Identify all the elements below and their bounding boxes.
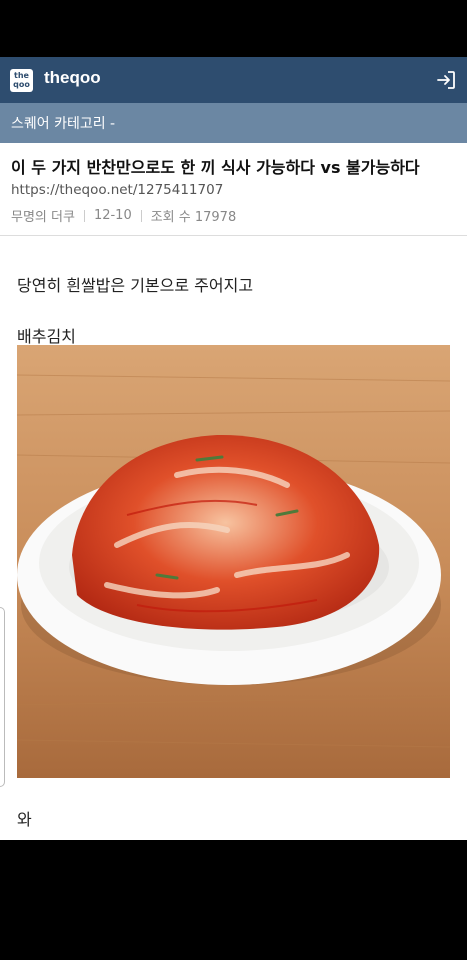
category-bar[interactable]: 스퀘어 카테고리 - [0,103,467,143]
post-paragraph: 당연히 흰쌀밥은 기본으로 주어지고 [17,276,254,295]
app-header: the qoo theqoo [0,57,467,103]
edge-panel-handle[interactable] [0,607,5,787]
post-content: 이 두 가지 반찬만으로도 한 끼 식사 가능하다 vs 불가능하다 https… [0,143,467,840]
post-author: 무명의 더쿠 [11,210,75,225]
kimchi-photo[interactable] [17,345,450,778]
login-arrow-icon [437,71,455,89]
post-url[interactable]: https://theqoo.net/1275411707 [11,182,223,198]
post-views: 조회 수 17978 [150,210,237,225]
login-button[interactable] [435,69,457,91]
status-bar-area [0,0,467,57]
theqoo-logo-icon[interactable]: the qoo [10,69,33,92]
post-meta: 무명의 더쿠 12-10 조회 수 17978 [11,206,236,225]
post-paragraph: 와 [17,810,32,829]
meta-divider [140,209,142,222]
site-brand[interactable]: theqoo [44,68,101,88]
post-paragraph: 배추김치 [17,327,76,346]
post-title: 이 두 가지 반찬만으로도 한 끼 식사 가능하다 vs 불가능하다 [11,158,420,177]
navigation-bar-area [0,840,467,960]
post-date: 12-10 [93,208,132,223]
meta-divider [83,209,85,222]
header-divider [0,235,467,236]
